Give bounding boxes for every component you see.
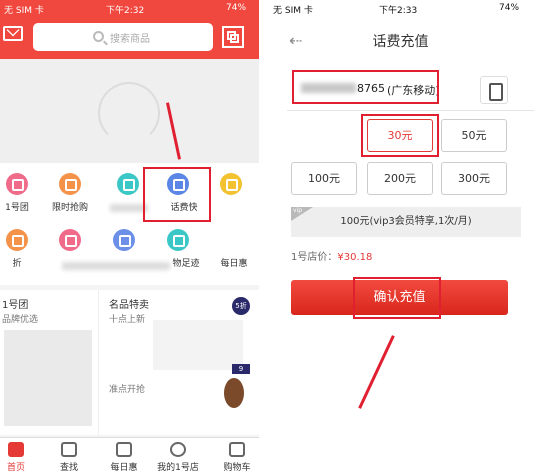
tab-label: 查找 — [59, 463, 78, 473]
tab-home[interactable]: 首页 — [0, 442, 38, 473]
home-header: 搜索商品 — [0, 17, 259, 59]
time-text: 下午2:32 — [106, 6, 145, 16]
shortcut-flash-sale[interactable]: 限时抢购 — [44, 173, 96, 213]
search-icon — [93, 31, 104, 42]
annotation-arrow — [358, 335, 395, 409]
pane-divider — [259, 0, 267, 475]
nav-bar: ⇠ 话费充值 — [267, 17, 534, 61]
tab-my-store[interactable]: 我的1号店 — [150, 442, 206, 473]
shortcut-discount[interactable]: 折 — [0, 229, 43, 269]
tab-label: 购物车 — [223, 463, 251, 473]
brand-sale-title: 名品特卖 — [109, 300, 149, 311]
tab-label: 每日惠 — [110, 463, 138, 473]
shortcut-grid: 1号团 限时抢购 话费快 折 物足迹 每日惠 — [0, 163, 259, 285]
tab-label: 首页 — [6, 463, 25, 473]
truck-icon — [113, 229, 135, 251]
screenshot: 无 SIM 卡 下午2:32 74% 搜索商品 1号团 限时抢购 话费快 折 物… — [0, 0, 534, 475]
highlight-box — [353, 277, 441, 319]
battery-text: 74% — [226, 3, 247, 13]
brand-sale-subtitle: 十点上新 — [109, 315, 146, 325]
on-time-subtitle: 准点开抢 — [109, 385, 146, 395]
home-icon — [8, 442, 24, 457]
shortcut-label: 限时抢购 — [51, 203, 88, 213]
shortcut-label: 1号团 — [5, 203, 29, 213]
search-input[interactable]: 搜索商品 — [33, 23, 213, 51]
phone-icon — [6, 229, 28, 251]
shortcut-group-buy[interactable]: 1号团 — [0, 173, 43, 213]
shortcut-label: 每日惠 — [220, 259, 248, 269]
shortcut-coin[interactable] — [205, 173, 257, 200]
tab-cart[interactable]: 购物车 — [215, 442, 259, 473]
vip-amount-option[interactable]: vip 100元(vip3会员特享,1次/月) — [291, 207, 521, 237]
tag-icon — [6, 173, 28, 195]
shortcut-ticket[interactable] — [44, 229, 96, 256]
shortcut-label: 物足迹 — [172, 259, 200, 269]
tab-label: 我的1号店 — [157, 463, 199, 473]
shortcut-delivery[interactable] — [98, 229, 150, 256]
tab-daily-deals[interactable]: 每日惠 — [102, 442, 146, 473]
highlight-box — [143, 167, 211, 222]
price-badge: 9 — [232, 364, 250, 374]
tab-find[interactable]: 查找 — [47, 442, 91, 473]
amount-option-300[interactable]: 300元 — [441, 162, 507, 195]
status-bar: 无 SIM 卡 下午2:32 74% — [0, 0, 259, 17]
calendar-icon — [116, 442, 132, 457]
price-label: 1号店价： — [291, 252, 338, 263]
watch-image[interactable] — [224, 378, 244, 408]
search-placeholder: 搜索商品 — [110, 34, 150, 45]
banner-placeholder-icon — [98, 82, 160, 144]
price-value: ¥30.18 — [337, 252, 373, 263]
discount-badge: 5折 — [232, 297, 250, 315]
time-text: 下午2:33 — [379, 6, 418, 16]
ticket-icon — [59, 229, 81, 251]
footprint-icon — [167, 229, 189, 251]
shortcut-daily-deals[interactable]: 每日惠 — [208, 229, 259, 269]
shortcut-label: 折 — [12, 259, 22, 269]
price-line: 1号店价：¥30.18 — [291, 248, 372, 263]
amount-option-200[interactable]: 200元 — [367, 162, 433, 195]
product-image[interactable] — [153, 320, 243, 370]
contacts-icon[interactable] — [480, 76, 508, 104]
message-icon[interactable] — [3, 26, 23, 41]
highlight-box — [361, 114, 439, 157]
carrier-text: 无 SIM 卡 — [273, 6, 313, 16]
group-buy-subtitle: 品牌优选 — [2, 315, 39, 325]
status-bar: 无 SIM 卡 下午2:33 74% — [267, 0, 534, 17]
cart-icon — [229, 442, 245, 457]
group-buy-image[interactable] — [4, 330, 92, 426]
recharge-screen: 无 SIM 卡 下午2:33 74% ⇠ 话费充值 8765 (广东移动) 30… — [267, 0, 534, 475]
category-icon — [117, 173, 139, 195]
coin-icon — [220, 173, 242, 195]
user-icon — [170, 442, 186, 457]
bottom-tab-bar: 首页 查找 每日惠 我的1号店 购物车 — [0, 437, 259, 475]
scan-icon[interactable] — [222, 26, 244, 48]
highlight-box — [292, 70, 439, 104]
vip-option-label: 100元(vip3会员特享,1次/月) — [340, 216, 472, 227]
battery-text: 74% — [499, 3, 520, 13]
amount-option-100[interactable]: 100元 — [291, 162, 357, 195]
page-title: 话费充值 — [372, 34, 429, 50]
group-buy-title: 1号团 — [2, 300, 29, 311]
grid-icon — [61, 442, 77, 457]
divider — [287, 110, 534, 111]
carrier-text: 无 SIM 卡 — [4, 6, 44, 16]
vip-tag: vip — [291, 207, 313, 221]
blurred-label — [62, 262, 170, 270]
promo-sections: 1号团 品牌优选 名品特卖 十点上新 准点开抢 5折 9 — [0, 290, 259, 435]
home-screen: 无 SIM 卡 下午2:32 74% 搜索商品 1号团 限时抢购 话费快 折 物… — [0, 0, 259, 475]
amount-option-50[interactable]: 50元 — [441, 119, 507, 152]
clock-icon — [59, 173, 81, 195]
